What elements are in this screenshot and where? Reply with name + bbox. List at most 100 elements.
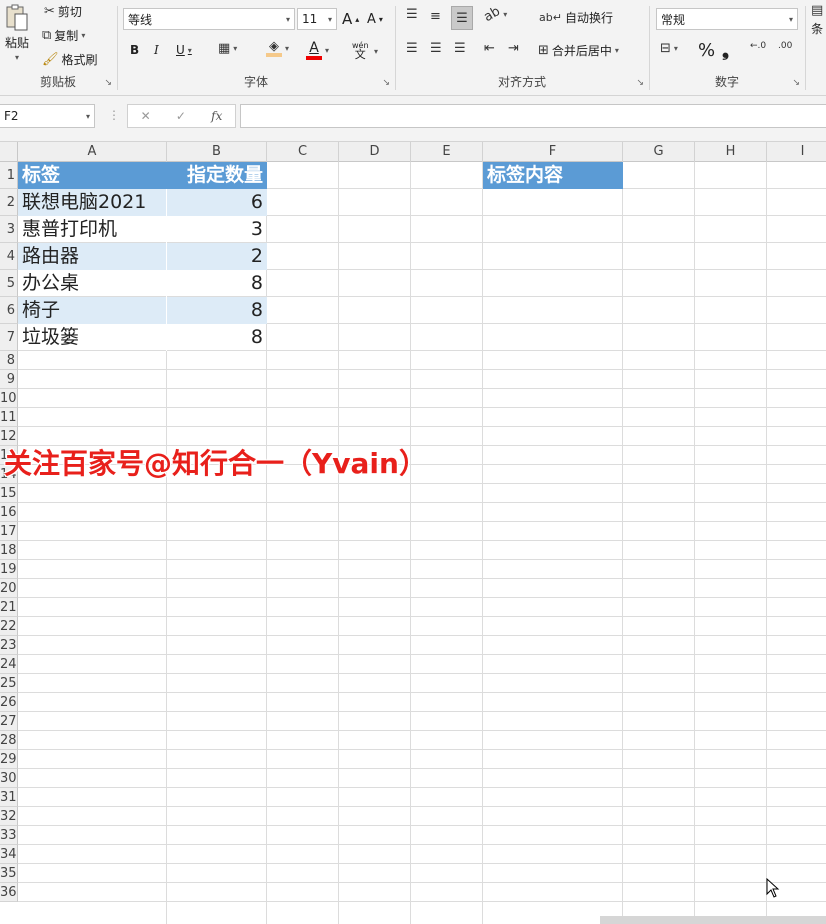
bold-button[interactable]: B: [130, 43, 139, 57]
insert-function-icon[interactable]: fx: [211, 109, 222, 123]
row-header[interactable]: 36: [0, 883, 18, 902]
row-header[interactable]: 3: [0, 216, 18, 243]
cell-f1[interactable]: 标签内容: [483, 162, 623, 189]
horizontal-scrollbar[interactable]: [600, 916, 826, 924]
column-header-f[interactable]: F: [483, 142, 623, 162]
row-header[interactable]: 20: [0, 579, 18, 598]
select-all-corner[interactable]: [0, 142, 18, 162]
column-header-b[interactable]: B: [167, 142, 267, 162]
cell-b7[interactable]: 8: [167, 324, 267, 351]
formula-input[interactable]: [240, 104, 826, 128]
dialog-launcher-icon[interactable]: ↘: [382, 78, 390, 88]
merge-center-button[interactable]: ⊞ 合并后居中 ▾: [538, 42, 619, 59]
row-header[interactable]: 4: [0, 243, 18, 270]
paste-button[interactable]: 粘贴 ▾: [4, 4, 30, 62]
border-button[interactable]: ▦ ▾: [218, 42, 237, 55]
row-header[interactable]: 19: [0, 560, 18, 579]
accounting-format-button[interactable]: ⊟ ▾: [660, 42, 678, 55]
column-header-d[interactable]: D: [339, 142, 411, 162]
cell-b3[interactable]: 3: [167, 216, 267, 243]
row-header[interactable]: 5: [0, 270, 18, 297]
copy-button[interactable]: ⧉ 复制 ▾: [42, 27, 85, 44]
column-header-g[interactable]: G: [623, 142, 695, 162]
column-header-a[interactable]: A: [18, 142, 167, 162]
row-header[interactable]: 35: [0, 864, 18, 883]
align-middle-button[interactable]: ≡: [430, 10, 441, 23]
enter-icon[interactable]: ✓: [176, 109, 186, 123]
number-format-select[interactable]: 常规 ▾: [656, 8, 798, 30]
row-header[interactable]: 11: [0, 408, 18, 427]
cell-b6[interactable]: 8: [167, 297, 267, 324]
cell-a1[interactable]: 标签: [18, 162, 167, 189]
row-header[interactable]: 6: [0, 297, 18, 324]
underline-button[interactable]: U ▾: [176, 43, 192, 57]
orientation-button[interactable]: ab ▾: [481, 4, 507, 25]
align-center-button[interactable]: ☰: [430, 42, 442, 55]
row-header[interactable]: 24: [0, 655, 18, 674]
conditional-format-button[interactable]: ▤ 条: [811, 4, 823, 37]
row-header[interactable]: 26: [0, 693, 18, 712]
shrink-font-button[interactable]: A ▾: [367, 12, 383, 27]
increase-decimal-button[interactable]: ←.0: [750, 42, 766, 51]
font-name-select[interactable]: 等线 ▾: [123, 8, 295, 30]
row-header[interactable]: 15: [0, 484, 18, 503]
row-header[interactable]: 30: [0, 769, 18, 788]
align-right-button[interactable]: ☰: [454, 42, 466, 55]
row-header[interactable]: 7: [0, 324, 18, 351]
column-header-e[interactable]: E: [411, 142, 483, 162]
row-header[interactable]: 29: [0, 750, 18, 769]
row-header[interactable]: 2: [0, 189, 18, 216]
cell-b4[interactable]: 2: [167, 243, 267, 270]
fill-color-button[interactable]: ◈ ▾: [266, 40, 289, 57]
cell-a4[interactable]: 路由器: [18, 243, 167, 270]
cut-button[interactable]: ✂ 剪切: [44, 3, 82, 20]
comma-style-button[interactable]: ❟: [722, 40, 729, 61]
dialog-launcher-icon[interactable]: ↘: [636, 78, 644, 88]
cell-a2[interactable]: 联想电脑2021: [18, 189, 167, 216]
cell-a5[interactable]: 办公桌: [18, 270, 167, 297]
font-size-select[interactable]: 11 ▾: [297, 8, 337, 30]
row-header[interactable]: 1: [0, 162, 18, 189]
row-header[interactable]: 8: [0, 351, 18, 370]
cell-a7[interactable]: 垃圾篓: [18, 324, 167, 351]
phonetic-guide-button[interactable]: wén 文: [352, 41, 369, 60]
name-box[interactable]: F2 ▾: [0, 104, 95, 128]
column-header-i[interactable]: I: [767, 142, 826, 162]
row-header[interactable]: 28: [0, 731, 18, 750]
column-header-h[interactable]: H: [695, 142, 767, 162]
cell-b5[interactable]: 8: [167, 270, 267, 297]
row-header[interactable]: 21: [0, 598, 18, 617]
row-header[interactable]: 34: [0, 845, 18, 864]
decrease-indent-button[interactable]: ⇤: [484, 42, 495, 55]
column-header-c[interactable]: C: [267, 142, 339, 162]
percent-button[interactable]: %: [698, 40, 715, 61]
row-header[interactable]: 31: [0, 788, 18, 807]
row-header[interactable]: 16: [0, 503, 18, 522]
decrease-decimal-button[interactable]: .00: [778, 42, 792, 51]
italic-button[interactable]: I: [154, 43, 159, 57]
grow-font-button[interactable]: A ▴: [342, 10, 359, 28]
row-header[interactable]: 9: [0, 370, 18, 389]
row-header[interactable]: 17: [0, 522, 18, 541]
dialog-launcher-icon[interactable]: ↘: [792, 78, 800, 88]
align-bottom-button[interactable]: ☰: [451, 6, 473, 30]
wrap-text-button[interactable]: ab↵ 自动换行: [539, 9, 613, 26]
row-header[interactable]: 23: [0, 636, 18, 655]
row-header[interactable]: 25: [0, 674, 18, 693]
row-header[interactable]: 22: [0, 617, 18, 636]
row-header[interactable]: 32: [0, 807, 18, 826]
dialog-launcher-icon[interactable]: ↘: [104, 78, 112, 88]
cell-b1[interactable]: 指定数量: [167, 162, 267, 189]
increase-indent-button[interactable]: ⇥: [508, 42, 519, 55]
align-left-button[interactable]: ☰: [406, 42, 418, 55]
cell-b2[interactable]: 6: [167, 189, 267, 216]
chevron-down-icon[interactable]: ▾: [374, 47, 378, 56]
row-header[interactable]: 10: [0, 389, 18, 408]
row-header[interactable]: 27: [0, 712, 18, 731]
format-painter-button[interactable]: 🖌 格式刷: [42, 51, 98, 68]
font-color-button[interactable]: A ▾: [306, 40, 329, 60]
align-top-button[interactable]: ☰: [406, 8, 418, 21]
cell-a6[interactable]: 椅子: [18, 297, 167, 324]
cancel-icon[interactable]: ✕: [141, 109, 151, 123]
cell-a3[interactable]: 惠普打印机: [18, 216, 167, 243]
